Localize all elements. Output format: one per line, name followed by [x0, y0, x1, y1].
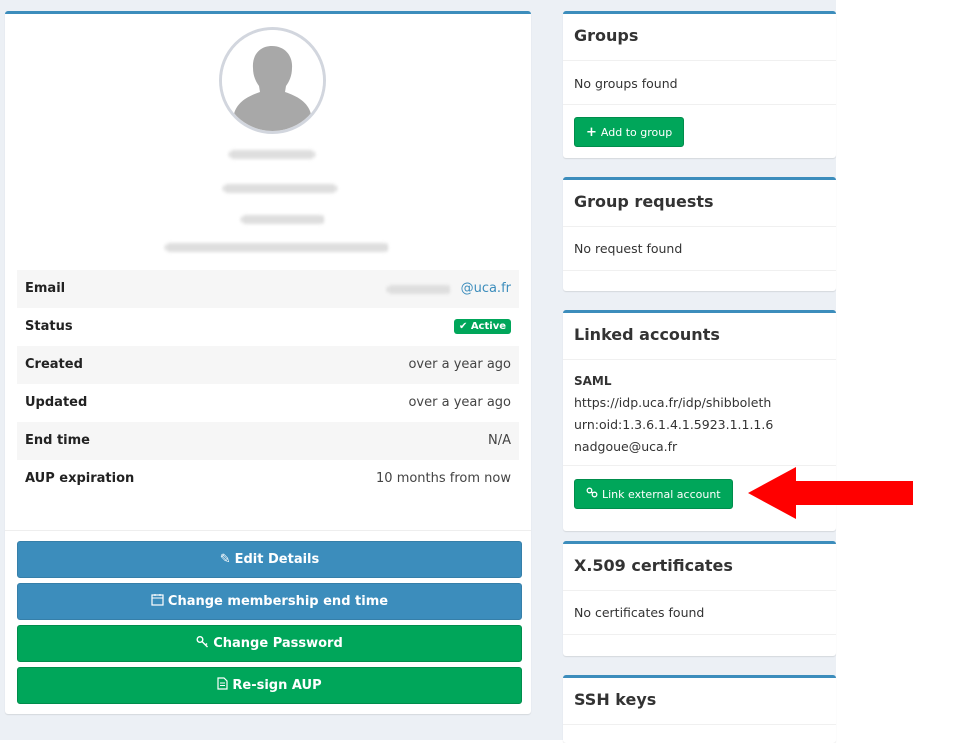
info-row-updated: Updated over a year ago: [17, 384, 519, 422]
groups-title: Groups: [574, 26, 639, 45]
add-to-group-button[interactable]: + Add to group: [574, 117, 685, 147]
aup-expiration-label: AUP expiration: [25, 471, 135, 486]
user-silhouette-icon: [222, 30, 323, 131]
divider: [563, 634, 836, 635]
info-row-email: Email @uca.fr: [17, 270, 519, 308]
info-row-end-time: End time N/A: [17, 422, 519, 460]
updated-label: Updated: [25, 395, 88, 410]
redacted-name: [229, 150, 315, 159]
linked-account-type: SAML: [574, 374, 612, 388]
email-value[interactable]: @uca.fr: [461, 281, 511, 296]
change-password-label: Change Password: [213, 636, 343, 651]
pencil-icon: ✎: [219, 552, 231, 567]
edit-details-label: Edit Details: [234, 552, 320, 567]
ssh-keys-title: SSH keys: [574, 690, 657, 709]
certificates-empty-text: No certificates found: [574, 605, 705, 620]
aup-expiration-value: 10 months from now: [376, 471, 511, 486]
redacted-username: [223, 184, 337, 193]
divider: [563, 590, 836, 591]
link-icon: [586, 487, 598, 501]
info-row-created: Created over a year ago: [17, 346, 519, 384]
divider: [563, 104, 836, 105]
created-label: Created: [25, 357, 83, 372]
divider: [563, 359, 836, 360]
edit-details-button[interactable]: ✎ Edit Details: [17, 541, 522, 578]
divider: [563, 465, 836, 466]
divider: [563, 226, 836, 227]
add-to-group-label: Add to group: [600, 125, 673, 139]
status-label: Status: [25, 319, 73, 334]
linked-account-attribute: urn:oid:1.3.6.1.4.1.5923.1.1.1.6: [574, 417, 774, 432]
certificates-box: X.509 certificates No certificates found: [563, 541, 836, 656]
redacted-email-user: [387, 285, 451, 294]
groups-empty-text: No groups found: [574, 76, 678, 91]
created-value: over a year ago: [408, 357, 511, 372]
end-time-value: N/A: [488, 433, 511, 448]
change-password-button[interactable]: Change Password: [17, 625, 522, 662]
linked-account-idp: https://idp.uca.fr/idp/shibboleth: [574, 395, 772, 410]
change-membership-end-time-button[interactable]: Change membership end time: [17, 583, 522, 620]
change-membership-label: Change membership end time: [167, 594, 389, 609]
re-sign-aup-button[interactable]: Re-sign AUP: [17, 667, 522, 704]
group-requests-box: Group requests No request found: [563, 177, 836, 291]
divider: [563, 724, 836, 725]
group-requests-empty-text: No request found: [574, 241, 683, 256]
plus-icon: +: [586, 124, 597, 140]
ssh-keys-box: SSH keys: [563, 675, 836, 743]
linked-accounts-title: Linked accounts: [574, 325, 720, 344]
redacted-id: [241, 215, 325, 224]
key-icon: [196, 635, 209, 652]
certificates-title: X.509 certificates: [574, 556, 733, 575]
updated-value: over a year ago: [408, 395, 511, 410]
calendar-icon: [151, 593, 164, 610]
document-icon: [217, 677, 228, 694]
red-arrow-annotation-icon: [748, 467, 913, 519]
email-label: Email: [25, 281, 66, 296]
end-time-label: End time: [25, 433, 90, 448]
group-requests-title: Group requests: [574, 192, 714, 211]
info-row-status: Status ✔ Active: [17, 308, 519, 346]
re-sign-aup-label: Re-sign AUP: [232, 678, 322, 693]
info-row-aup-expiration: AUP expiration 10 months from now: [17, 460, 519, 498]
link-external-account-label: Link external account: [602, 487, 721, 501]
divider: [563, 270, 836, 271]
linked-account-value: nadgoue@uca.fr: [574, 439, 678, 454]
status-badge-text: Active: [470, 321, 506, 332]
divider: [5, 530, 531, 531]
groups-box: Groups No groups found + Add to group: [563, 11, 836, 158]
avatar: [219, 27, 326, 134]
link-external-account-button[interactable]: Link external account: [574, 479, 733, 509]
user-profile-box: Email @uca.fr Status ✔ Active Created ov…: [5, 11, 531, 714]
divider: [563, 60, 836, 61]
status-badge: ✔ Active: [453, 319, 511, 334]
redacted-uuid: [165, 243, 389, 252]
